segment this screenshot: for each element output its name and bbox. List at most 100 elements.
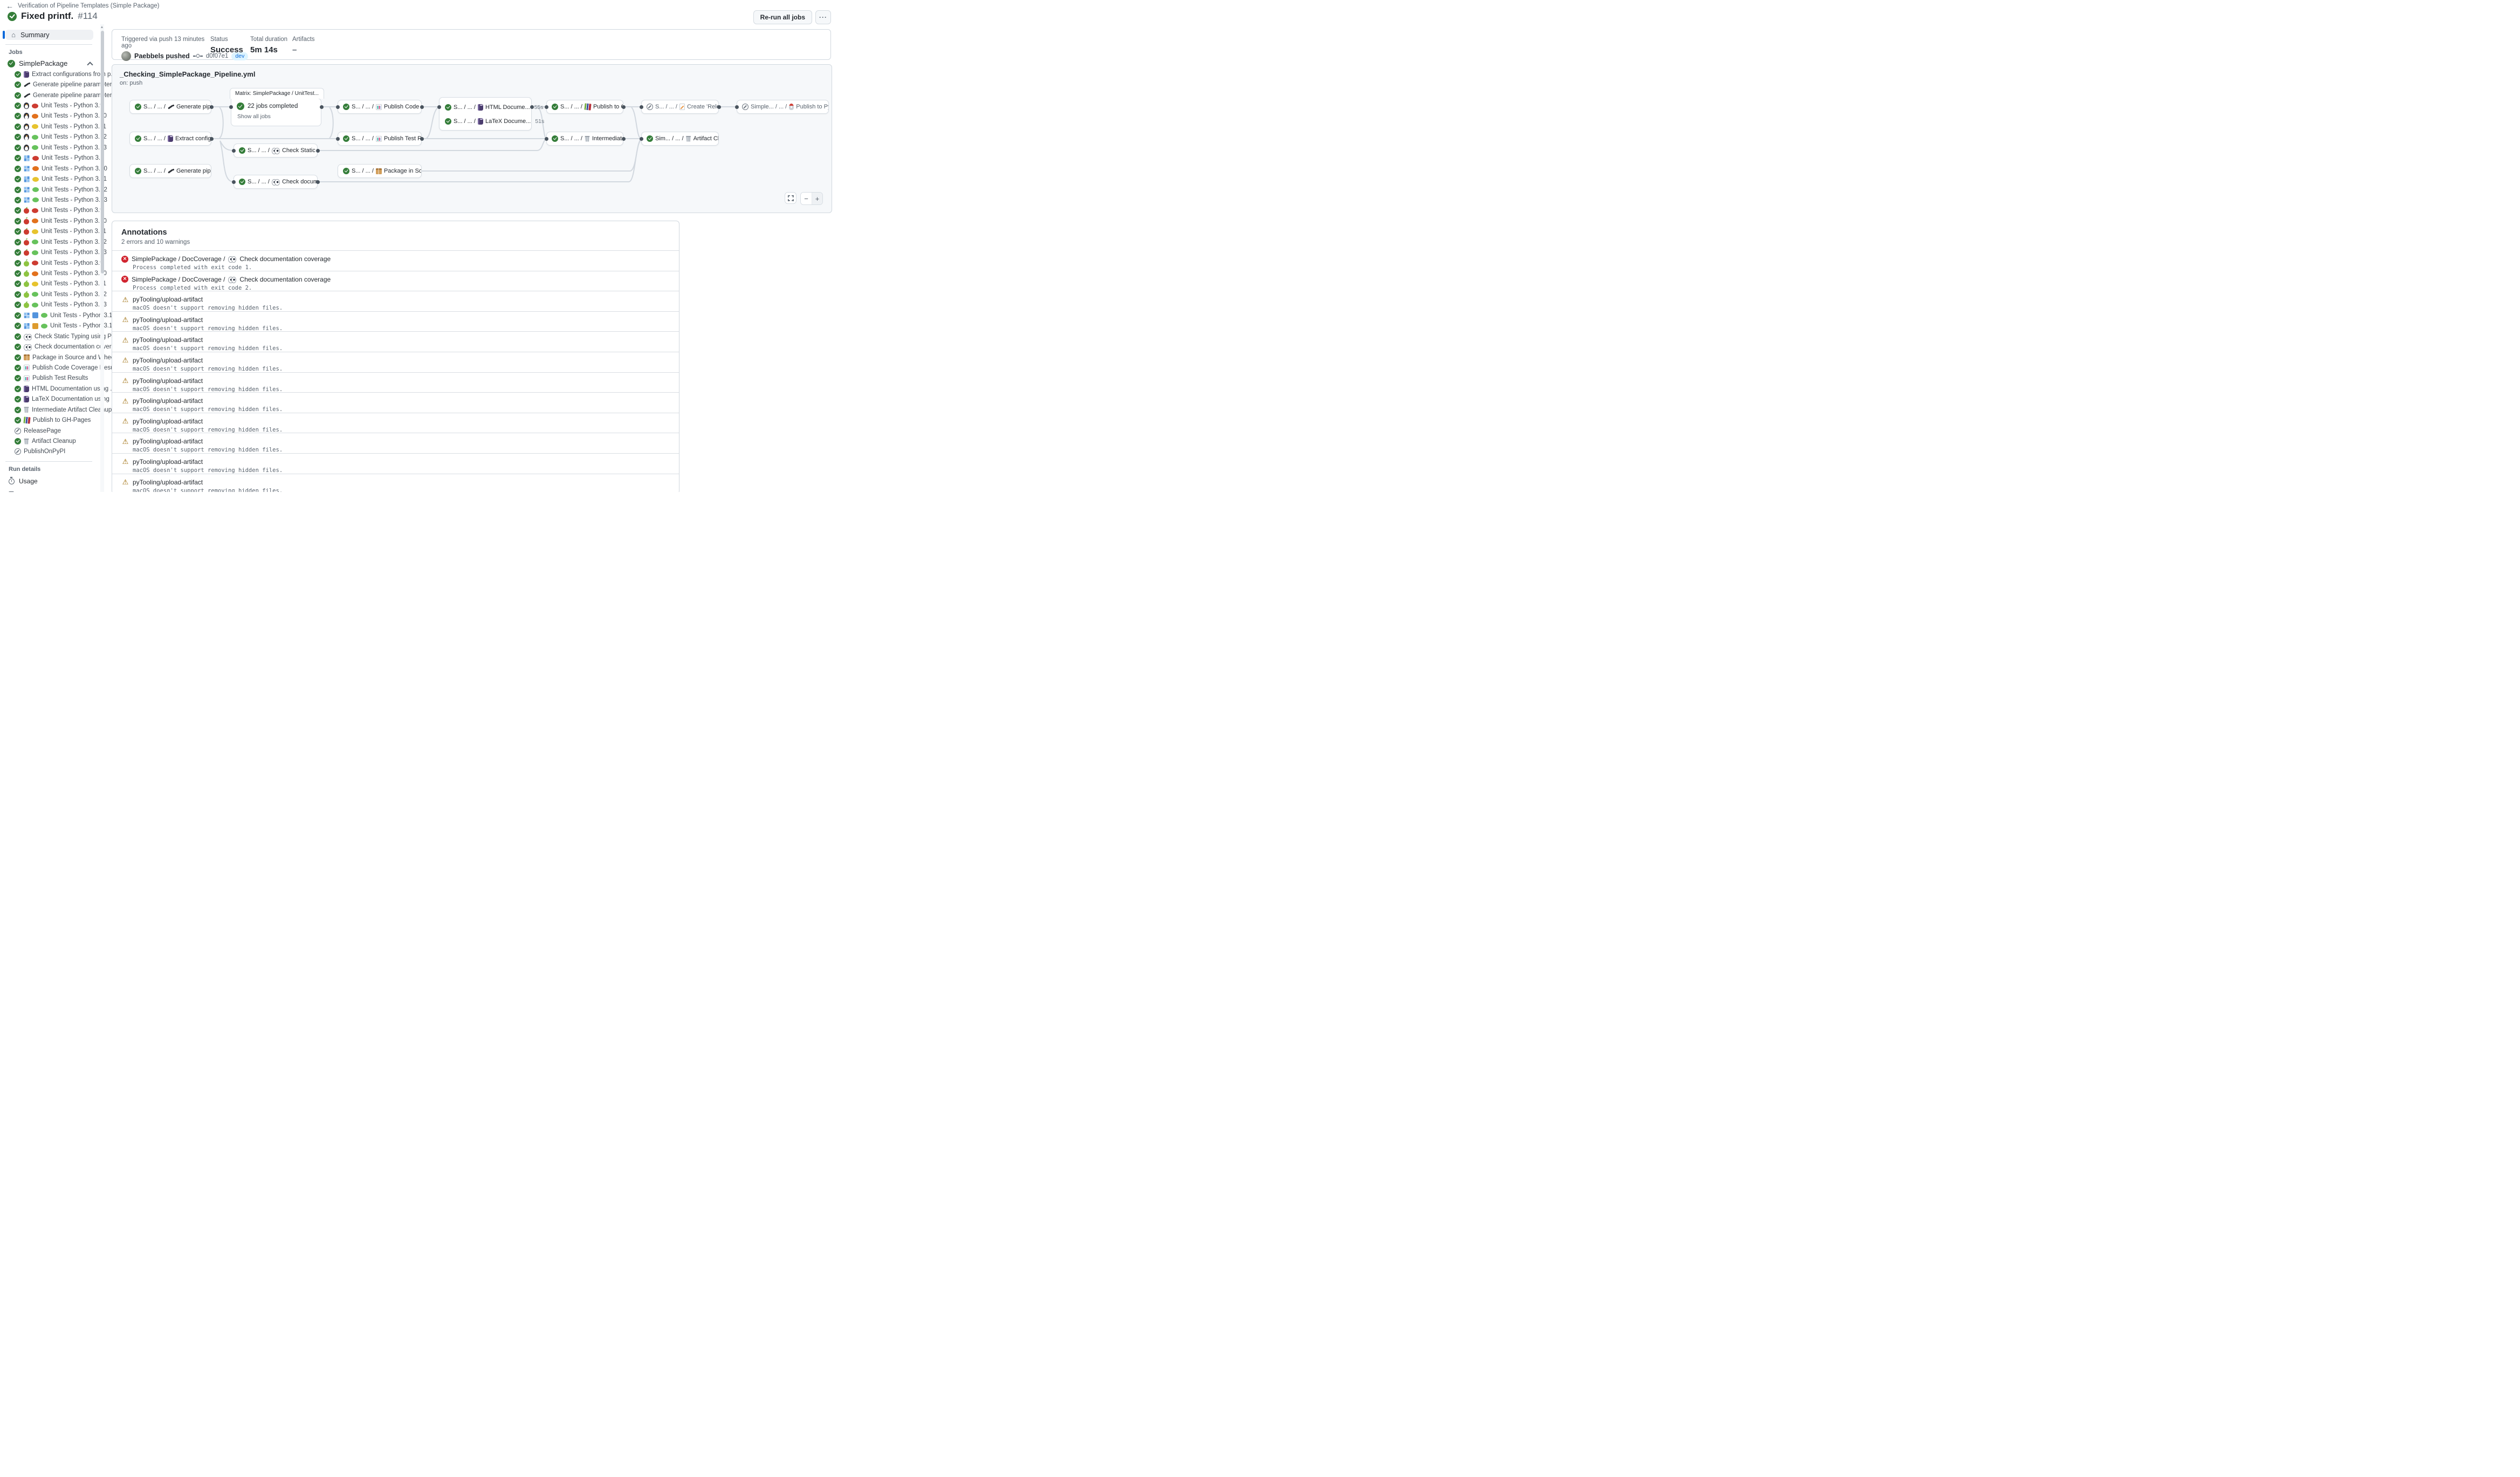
- more-options-button[interactable]: ···: [815, 10, 831, 24]
- sidebar-job-item[interactable]: Unit Tests - Python 3.11: [0, 279, 98, 289]
- sidebar-job-item[interactable]: Unit Tests - Python 3.11: [0, 227, 98, 237]
- sidebar-job-item[interactable]: Publish Test Results: [0, 373, 98, 384]
- chart-icon: [376, 136, 382, 142]
- sidebar-job-item[interactable]: Unit Tests - Python 3.10: [0, 163, 98, 174]
- breadcrumb[interactable]: Verification of Pipeline Templates (Simp…: [18, 3, 160, 9]
- sidebar-job-item[interactable]: ReleasePage: [0, 426, 98, 436]
- graph-node-check-documentation[interactable]: S... / ... /Check docume...18s: [234, 175, 318, 189]
- graph-node-generate-params-1[interactable]: S... / ... /Generate pipelin...0s: [129, 100, 211, 114]
- rerun-all-jobs-button[interactable]: Re-run all jobs: [753, 10, 812, 24]
- sidebar-job-item[interactable]: Unit Tests - Python 3.13: [0, 300, 98, 310]
- sidebar-job-item[interactable]: Intermediate Artifact Cleanup: [0, 405, 98, 415]
- book-icon: [24, 386, 29, 392]
- graph-node-publish-gh-pages[interactable]: S... / ... /Publish to GH-P...7s: [546, 100, 623, 114]
- annotation-title[interactable]: ⚠pyTooling/upload-artifact: [121, 316, 670, 324]
- sidebar-item-workflow-file[interactable]: Workflow file: [0, 489, 98, 492]
- scrollbar-thumb[interactable]: [101, 31, 104, 273]
- zoom-out-button[interactable]: −: [801, 193, 812, 204]
- graph-node-check-static-typing[interactable]: S... / ... /Check Static Ty...17s: [234, 143, 318, 158]
- annotation-title[interactable]: ×SimplePackage / DocCoverage /Check docu…: [121, 276, 670, 283]
- job-name: HTML Docume...: [485, 104, 530, 111]
- sidebar-job-item[interactable]: Unit Tests - Python 3.9: [0, 206, 98, 216]
- graph-node-extract-configurations[interactable]: S... / ... /Extract configur...4s: [129, 132, 211, 146]
- show-all-jobs-link[interactable]: Show all jobs: [237, 113, 315, 120]
- annotation-title[interactable]: ×SimplePackage / DocCoverage /Check docu…: [121, 255, 670, 263]
- sidebar-job-item[interactable]: Unit Tests - Python 3.13: [0, 247, 98, 257]
- sidebar-job-item[interactable]: Unit Tests - Python 3.9: [0, 153, 98, 163]
- matrix-card[interactable]: 22 jobs completed Show all jobs: [231, 98, 321, 126]
- sidebar-job-item[interactable]: Unit Tests - Python 3.12: [0, 321, 98, 331]
- annotation-title[interactable]: ⚠pyTooling/upload-artifact: [121, 437, 670, 445]
- sidebar-job-item[interactable]: Publish Code Coverage Results: [0, 363, 98, 373]
- annotation-text: pyTooling/upload-artifact: [133, 397, 203, 405]
- sidebar-job-item[interactable]: Generate pipeline parameters: [0, 90, 98, 100]
- graph-node-intermediate-cleanup[interactable]: S... / ... /Intermediate A...16s: [546, 132, 623, 146]
- annotation-text: pyTooling/upload-artifact: [133, 437, 203, 445]
- graph-node-publish-code-coverage[interactable]: S... / ... /Publish Code C...20s: [338, 100, 422, 114]
- dot-green-icon: [32, 240, 38, 244]
- sidebar-job-item[interactable]: Unit Tests - Python 3.12: [0, 132, 98, 142]
- summary-label: Summary: [20, 31, 49, 39]
- annotation-title[interactable]: ⚠pyTooling/upload-artifact: [121, 296, 670, 303]
- sidebar-item-summary[interactable]: ⌂ Summary: [5, 30, 93, 40]
- sidebar-job-item[interactable]: Unit Tests - Python 3.10: [0, 216, 98, 226]
- annotation-title[interactable]: ⚠pyTooling/upload-artifact: [121, 418, 670, 425]
- graph-node-generate-params-2[interactable]: S... / ... /Generate pipelin...0s: [129, 164, 211, 178]
- sidebar-job-item[interactable]: Unit Tests - Python 3.9: [0, 258, 98, 268]
- annotation-title[interactable]: ⚠pyTooling/upload-artifact: [121, 336, 670, 344]
- zoom-in-button[interactable]: +: [812, 193, 822, 204]
- graph-node-create-release-page[interactable]: S... / ... /Create 'Release Pa...: [641, 100, 719, 114]
- avatar[interactable]: [121, 51, 131, 61]
- graph-node-package-source-wheel[interactable]: S... / ... /Package in Sou...18s: [338, 164, 422, 178]
- sidebar-job-item[interactable]: Check documentation covera...: [0, 341, 98, 352]
- graph-node-publish-test-results[interactable]: S... / ... /Publish Test Re...13s: [338, 132, 422, 146]
- graph-node-latex-documentation[interactable]: S... / ... /LaTeX Docume...51s: [440, 114, 531, 128]
- sidebar-job-item[interactable]: PublishOnPyPI: [0, 447, 98, 457]
- sidebar-job-item[interactable]: Unit Tests - Python 3.12: [0, 289, 98, 299]
- workflow-file-label: Workflow file: [18, 491, 55, 492]
- sidebar-job-item[interactable]: Unit Tests - Python 3.13: [0, 195, 98, 205]
- sidebar-job-item[interactable]: Unit Tests - Python 3.10: [0, 268, 98, 278]
- sidebar-job-item[interactable]: HTML Documentation using ...: [0, 384, 98, 394]
- sidebar-job-item[interactable]: Unit Tests - Python 3.10: [0, 111, 98, 121]
- annotation-title[interactable]: ⚠pyTooling/upload-artifact: [121, 357, 670, 364]
- sidebar-job-item[interactable]: Unit Tests - Python 3.12: [0, 184, 98, 195]
- commit-icon: [193, 53, 203, 59]
- graph-group-documentation[interactable]: S... / ... /HTML Docume...55sS... / ... …: [439, 97, 532, 131]
- graph-node-html-documentation[interactable]: S... / ... /HTML Docume...55s: [440, 100, 531, 114]
- sidebar-job-item[interactable]: Check Static Typing using Pyt...: [0, 331, 98, 341]
- sidebar-job-item[interactable]: Unit Tests - Python 3.12: [0, 237, 98, 247]
- sidebar-group-simplepackage[interactable]: SimplePackage: [8, 59, 92, 67]
- sidebar-job-item[interactable]: Unit Tests - Python 3.11: [0, 174, 98, 184]
- annotation-title[interactable]: ⚠pyTooling/upload-artifact: [121, 458, 670, 466]
- chevron-up-icon[interactable]: [87, 61, 93, 67]
- back-arrow-icon[interactable]: ←: [6, 2, 13, 10]
- sidebar-job-item[interactable]: Generate pipeline parameters: [0, 79, 98, 90]
- actor-pushed[interactable]: Paebbels pushed: [134, 52, 190, 60]
- annotation-title[interactable]: ⚠pyTooling/upload-artifact: [121, 377, 670, 385]
- sidebar-job-item[interactable]: Unit Tests - Python 3.12: [0, 310, 98, 320]
- sidebar-job-item[interactable]: Extract configurations from p...: [0, 69, 98, 79]
- annotation-detail: macOS doesn't support removing hidden fi…: [133, 325, 670, 332]
- scrollbar-up-arrow[interactable]: [101, 26, 103, 28]
- annotation-title[interactable]: ⚠pyTooling/upload-artifact: [121, 478, 670, 486]
- sidebar-scrollbar[interactable]: [100, 24, 104, 492]
- sidebar-job-item[interactable]: Publish to GH-Pages: [0, 415, 98, 425]
- graph-port: [229, 105, 233, 109]
- sidebar-job-item[interactable]: Unit Tests - Python 3.11: [0, 121, 98, 132]
- sidebar-item-usage[interactable]: Usage: [0, 476, 98, 486]
- graph-node-artifact-cleanup[interactable]: Sim... / ... /Artifact Cleanup4s: [641, 132, 719, 146]
- sidebar-job-item[interactable]: LaTeX Documentation using ...: [0, 394, 98, 405]
- sidebar-job-item[interactable]: Unit Tests - Python 3.9: [0, 100, 98, 111]
- matrix-tab[interactable]: Matrix: SimplePackage / UnitTest...: [230, 88, 324, 99]
- sidebar-job-item[interactable]: Unit Tests - Python 3.13: [0, 142, 98, 153]
- annotation-title[interactable]: ⚠pyTooling/upload-artifact: [121, 397, 670, 405]
- sidebar-job-item[interactable]: Artifact Cleanup: [0, 436, 98, 446]
- annotation-row: ⚠pyTooling/upload-artifactmacOS doesn't …: [112, 433, 679, 453]
- sidebar-job-item[interactable]: Package in Source and Wheel...: [0, 352, 98, 363]
- workflow-run-page: ← Verification of Pipeline Templates (Si…: [0, 0, 840, 492]
- job-prefix: S... / ... /: [248, 179, 270, 185]
- graph-node-publish-to-pypi[interactable]: Simple... / ... /Publish to PyPI: [737, 100, 829, 114]
- fullscreen-button[interactable]: [785, 192, 796, 204]
- square-blue-icon: [32, 312, 38, 318]
